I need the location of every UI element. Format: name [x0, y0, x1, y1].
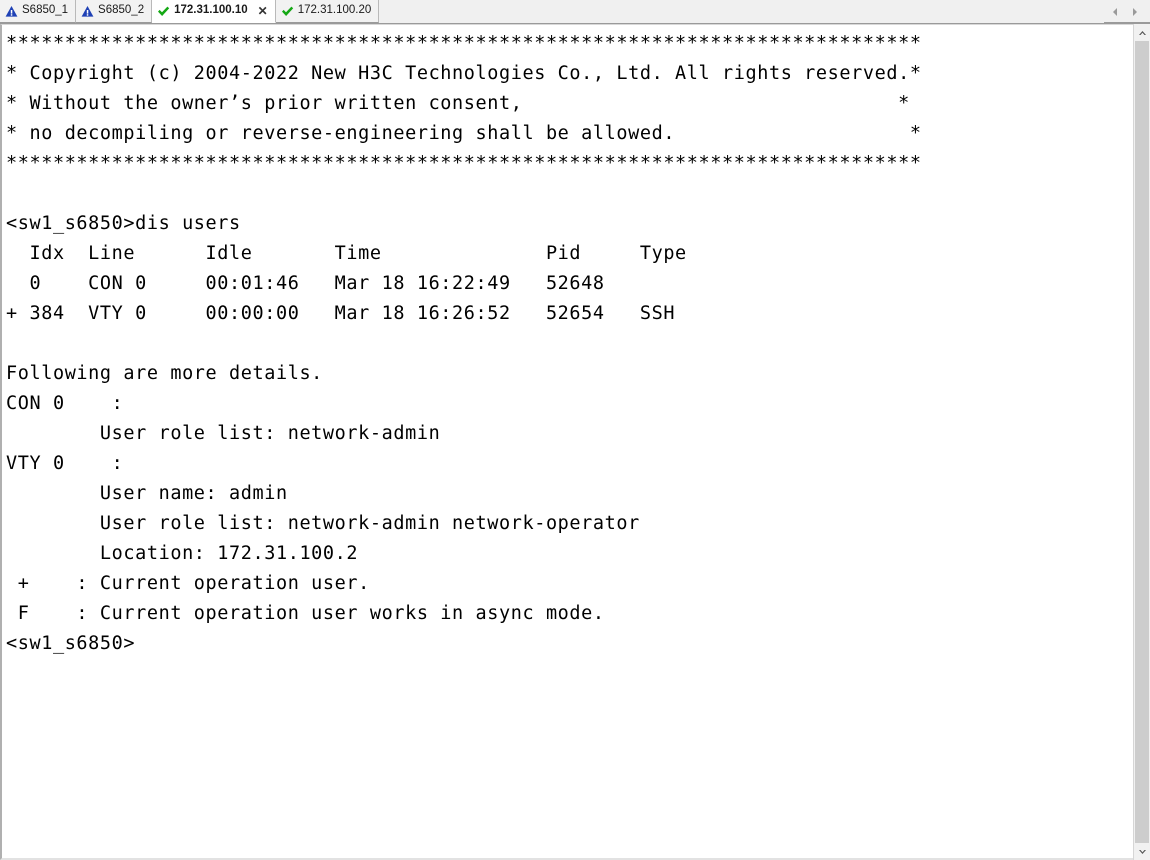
tab-s6850-2[interactable]: S6850_2 — [76, 0, 153, 23]
tab-s6850-1[interactable]: S6850_1 — [0, 0, 77, 23]
scroll-up-button[interactable] — [1134, 24, 1150, 41]
terminal-text: ****************************************… — [6, 33, 922, 654]
tab-list: S6850_1 S6850_2 172.31.100.10 ✕ 172.31.100.2… — [0, 0, 1104, 23]
tab-bar: S6850_1 S6850_2 172.31.100.10 ✕ 172.31.100.2… — [0, 0, 1150, 24]
tab-label: 172.31.100.20 — [297, 4, 372, 17]
vertical-scrollbar[interactable] — [1133, 24, 1150, 860]
terminal-output-pane[interactable]: ****************************************… — [0, 24, 1133, 860]
tab-close-icon[interactable]: ✕ — [258, 5, 268, 17]
scrollbar-thumb[interactable] — [1135, 41, 1149, 843]
tab-label: S6850_2 — [98, 4, 145, 17]
connected-check-icon — [157, 5, 170, 18]
scrollbar-track[interactable] — [1134, 41, 1150, 843]
tab-label: S6850_1 — [22, 4, 69, 17]
warning-triangle-icon — [81, 5, 94, 18]
tab-172-31-100-20[interactable]: 172.31.100.20 — [275, 0, 380, 23]
tab-label: 172.31.100.10 — [174, 4, 248, 17]
tab-scroll-left-icon[interactable] — [1110, 5, 1120, 17]
tab-scroll-right-icon[interactable] — [1130, 5, 1140, 17]
tab-172-31-100-10[interactable]: 172.31.100.10 ✕ — [152, 0, 276, 23]
tab-nav-buttons — [1104, 0, 1150, 23]
scroll-down-button[interactable] — [1134, 843, 1150, 860]
terminal-area: ****************************************… — [0, 24, 1150, 860]
connected-check-icon — [281, 5, 294, 18]
warning-triangle-icon — [5, 5, 18, 18]
